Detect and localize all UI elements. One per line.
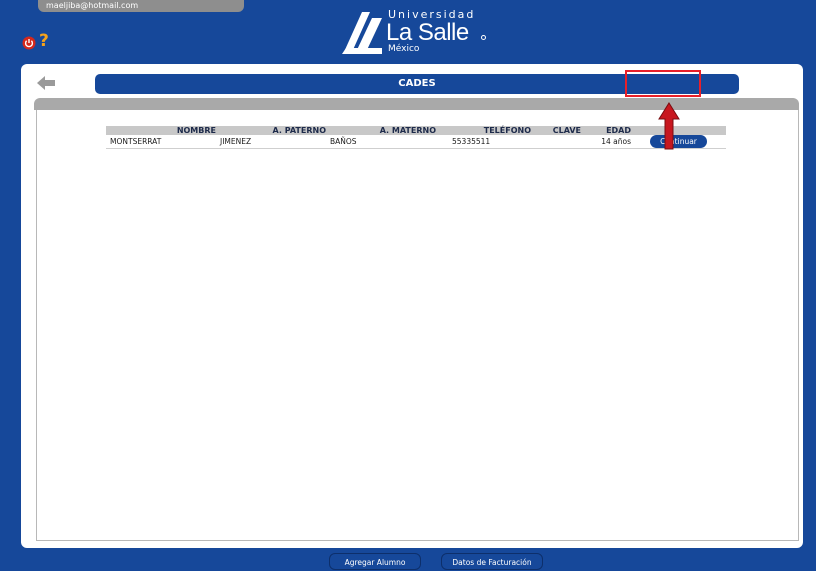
column-header-edad: EDAD [581,126,631,135]
column-header-telefono: TELÉFONO [436,126,531,135]
red-up-arrow [658,102,680,150]
registered-mark [481,35,486,40]
cell-edad: 14 años [581,135,631,149]
page-title: CADES [95,74,739,94]
table-row: MONTSERRAT JIMENEZ BAÑOS 55335511 14 año… [106,135,726,149]
column-header-clave: CLAVE [531,126,581,135]
main-panel: CADES NOMBRE A. PATERNO A. MATERNO TELÉF… [21,64,803,570]
logo-mexico: México [388,44,420,54]
logo-lasalle: La Salle [386,19,469,46]
column-header-paterno: A. PATERNO [216,126,326,135]
cell-paterno: JIMENEZ [216,135,326,149]
cell-nombre: MONTSERRAT [106,135,216,149]
user-email: maeljiba@hotmail.com [38,0,244,12]
power-icon[interactable] [22,36,36,50]
cell-telefono: 55335511 [436,135,531,149]
cell-materno: BAÑOS [326,135,436,149]
lasalle-logo-icon [342,12,382,54]
university-logo: Universidad La Salle México [342,8,522,58]
column-header-nombre: NOMBRE [106,126,216,135]
content-area: NOMBRE A. PATERNO A. MATERNO TELÉFONO CL… [36,110,799,570]
content-header-bar [34,98,799,110]
students-table: NOMBRE A. PATERNO A. MATERNO TELÉFONO CL… [106,126,726,149]
billing-data-button[interactable]: Datos de Facturación [441,553,543,570]
help-icon[interactable]: ? [39,31,49,51]
cell-clave [531,135,581,149]
table-header-row: NOMBRE A. PATERNO A. MATERNO TELÉFONO CL… [106,126,726,135]
column-header-materno: A. MATERNO [326,126,436,135]
back-arrow-icon[interactable] [37,76,57,90]
add-student-button[interactable]: Agregar Alumno [329,553,421,570]
